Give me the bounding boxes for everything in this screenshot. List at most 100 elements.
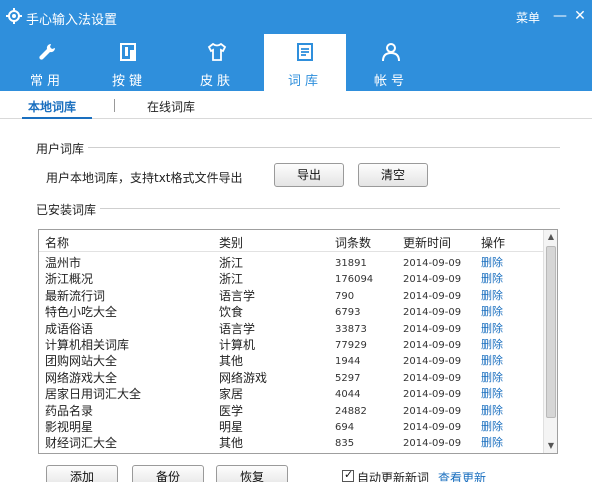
restore-button[interactable]: 恢复 [216, 465, 288, 482]
export-button[interactable]: 导出 [274, 163, 344, 187]
table-row[interactable]: 计算机相关词库 计算机 77929 2014-09-09 删除 [39, 338, 543, 352]
delete-link[interactable]: 删除 [481, 371, 503, 385]
tab-label: 词库 [287, 74, 322, 89]
installed-dictionary-table: 名称 类别 词条数 更新时间 操作 温州市 浙江 31891 2014-09-09 删除… [38, 229, 558, 454]
close-button[interactable]: ✕ [571, 7, 589, 25]
wrench-icon [39, 43, 56, 60]
cell-count: 6793 [335, 307, 361, 319]
table-row[interactable]: 居家日用词汇大全 家居 4044 2014-09-09 删除 [39, 387, 543, 401]
column-header-name[interactable]: 名称 [45, 234, 69, 251]
table-header: 名称 类别 词条数 更新时间 操作 [39, 230, 543, 252]
backup-button[interactable]: 备份 [132, 465, 204, 482]
minimize-button[interactable]: — [551, 7, 569, 25]
section-divider [88, 147, 560, 148]
subtab-separator [114, 99, 115, 112]
tab-label: 帐号 [373, 74, 408, 89]
delete-link[interactable]: 删除 [481, 289, 503, 303]
user-dictionary-description: 用户本地词库，支持txt格式文件导出 [46, 171, 243, 185]
delete-link[interactable]: 删除 [481, 256, 503, 270]
table-row[interactable]: 财经词汇大全 其他 835 2014-09-09 删除 [39, 436, 543, 450]
scroll-down-arrow-icon[interactable]: ▼ [544, 439, 557, 453]
table-row[interactable]: 特色小吃大全 饮食 6793 2014-09-09 删除 [39, 305, 543, 319]
table-row[interactable]: 温州市 浙江 31891 2014-09-09 删除 [39, 256, 543, 270]
cell-update-time: 2014-09-09 [403, 258, 462, 269]
cell-count: 24882 [335, 405, 367, 417]
cell-count: 31891 [335, 258, 367, 269]
scroll-up-arrow-icon[interactable]: ▲ [544, 230, 557, 244]
cell-category: 浙江 [219, 272, 244, 287]
cell-update-time: 2014-09-09 [403, 356, 462, 368]
subtab-online-dictionary[interactable]: 在线词库 [147, 98, 195, 115]
tab-label: 按键 [111, 74, 146, 89]
tab-dictionary[interactable]: 词库 [264, 34, 346, 91]
table-row[interactable]: 团购网站大全 其他 1944 2014-09-09 删除 [39, 354, 543, 368]
column-header-category[interactable]: 类别 [219, 234, 243, 251]
cell-name: 成语俗语 [45, 321, 94, 336]
cell-category: 明星 [219, 420, 244, 434]
menu-button[interactable]: 菜单 [516, 9, 540, 26]
tab-label: 皮肤 [199, 74, 234, 89]
table-scrollbar[interactable]: ▲ ▼ [543, 230, 557, 453]
delete-link[interactable]: 删除 [481, 387, 503, 401]
tab-keys[interactable]: 按键 [88, 34, 170, 91]
cell-name: 药品名录 [45, 403, 94, 418]
table-row[interactable]: 网络游戏大全 网络游戏 5297 2014-09-09 删除 [39, 371, 543, 385]
table-row[interactable]: 影视明星 明星 694 2014-09-09 删除 [39, 420, 543, 434]
cell-category: 医学 [219, 403, 244, 418]
shirt-icon [207, 42, 227, 61]
clear-button[interactable]: 清空 [358, 163, 428, 187]
cell-category: 网络游戏 [219, 370, 268, 385]
user-icon [382, 43, 400, 62]
sub-tab-bar: 本地词库 在线词库 [0, 91, 592, 119]
column-header-update-time[interactable]: 更新时间 [403, 234, 451, 251]
cell-update-time: 2014-09-09 [403, 372, 462, 384]
delete-link[interactable]: 删除 [481, 305, 503, 319]
title-bar: 手心输入法设置 菜单 — ✕ [0, 0, 592, 34]
cell-update-time: 2014-09-09 [403, 323, 462, 335]
delete-link[interactable]: 删除 [481, 354, 503, 368]
cell-update-time: 2014-09-09 [403, 307, 462, 319]
cell-update-time: 2014-09-09 [403, 290, 462, 302]
cell-update-time: 2014-09-09 [403, 274, 462, 286]
add-button[interactable]: 添加 [46, 465, 118, 482]
cell-count: 33873 [335, 323, 367, 335]
cell-name: 团购网站大全 [45, 354, 118, 369]
cell-count: 176094 [335, 274, 374, 286]
cell-name: 特色小吃大全 [45, 305, 118, 320]
tab-skin[interactable]: 皮肤 [176, 34, 258, 91]
scroll-thumb[interactable] [546, 246, 556, 418]
tab-label: 常用 [29, 74, 64, 89]
installed-dictionary-heading: 已安装词库 [36, 203, 97, 217]
table-row[interactable]: 浙江概况 浙江 176094 2014-09-09 删除 [39, 272, 543, 286]
tab-common[interactable]: 常用 [6, 34, 88, 91]
delete-link[interactable]: 删除 [481, 420, 503, 434]
cell-update-time: 2014-09-09 [403, 405, 462, 417]
cell-count: 77929 [335, 340, 367, 351]
auto-update-checkbox[interactable]: ✓ [342, 468, 354, 482]
cell-name: 影视明星 [45, 420, 94, 434]
cell-update-time: 2014-09-09 [403, 389, 462, 401]
column-header-count[interactable]: 词条数 [335, 234, 371, 251]
active-subtab-indicator [22, 117, 92, 119]
delete-link[interactable]: 删除 [481, 436, 503, 450]
main-tab-bar: 常用 按键 皮肤 词库 帐号 [0, 34, 592, 91]
auto-update-label: 自动更新新词 [357, 471, 430, 482]
cell-update-time: 2014-09-09 [403, 438, 462, 450]
table-row[interactable]: 药品名录 医学 24882 2014-09-09 删除 [39, 404, 543, 418]
subtab-local-dictionary[interactable]: 本地词库 [28, 98, 76, 115]
cell-name: 财经词汇大全 [45, 436, 118, 451]
delete-link[interactable]: 删除 [481, 322, 503, 336]
cell-category: 饮食 [219, 305, 244, 320]
table-row[interactable]: 成语俗语 语言学 33873 2014-09-09 删除 [39, 322, 543, 336]
delete-link[interactable]: 删除 [481, 404, 503, 418]
cell-count: 1944 [335, 356, 361, 368]
cell-count: 5297 [335, 372, 361, 384]
delete-link[interactable]: 删除 [481, 272, 503, 286]
check-update-link[interactable]: 查看更新 [438, 469, 486, 482]
cell-category: 其他 [219, 436, 244, 451]
key-icon [120, 43, 136, 61]
cell-category: 其他 [219, 354, 244, 369]
delete-link[interactable]: 删除 [481, 338, 503, 352]
table-row[interactable]: 最新流行词 语言学 790 2014-09-09 删除 [39, 289, 543, 303]
tab-account[interactable]: 帐号 [350, 34, 432, 91]
